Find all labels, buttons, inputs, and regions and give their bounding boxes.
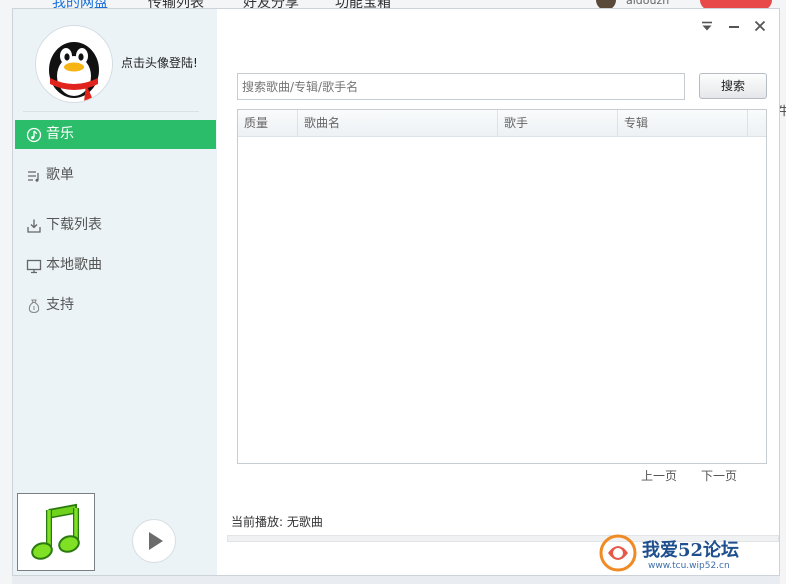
sidebar-item-support[interactable]: 支持 xyxy=(15,291,216,320)
sidebar-item-local-songs[interactable]: 本地歌曲 xyxy=(15,251,216,280)
sidebar-item-downloads[interactable]: 下载列表 xyxy=(15,211,216,240)
watermark-url: www.tcu.wip52.cn xyxy=(648,561,730,571)
playlist-icon xyxy=(28,171,39,182)
sidebar-item-music[interactable]: 音乐 xyxy=(15,120,216,149)
login-prompt[interactable]: 点击头像登陆! xyxy=(121,54,198,71)
column-header-artist[interactable]: 歌手 xyxy=(498,110,618,136)
music-note-icon xyxy=(31,503,80,560)
forum-watermark: 我爱52论坛 www.tcu.wip52.cn xyxy=(598,527,786,584)
table-body xyxy=(238,137,766,463)
sidebar-divider xyxy=(23,111,199,112)
music-note-circle-icon xyxy=(26,127,42,143)
now-playing-label: 当前播放: 无歌曲 xyxy=(231,515,323,529)
bg-user-name: aidouzh xyxy=(626,0,670,7)
play-icon xyxy=(149,532,163,550)
money-bag-icon xyxy=(28,299,40,314)
table-header: 质量 歌曲名 歌手 专辑 xyxy=(238,110,766,137)
sidebar-item-label: 本地歌曲 xyxy=(46,257,102,273)
watermark-title: 我爱52论坛 xyxy=(642,540,740,561)
watermark-logo-icon xyxy=(599,534,637,572)
sidebar: 点击头像登陆! 音乐 歌单 下载列表 本地歌曲 支持 xyxy=(13,9,217,575)
song-table: 质量 歌曲名 歌手 专辑 xyxy=(237,109,767,464)
column-header-album[interactable]: 专辑 xyxy=(618,110,748,136)
sidebar-item-label: 下载列表 xyxy=(46,217,102,233)
search-button[interactable]: 搜索 xyxy=(699,73,767,99)
column-header-song-name[interactable]: 歌曲名 xyxy=(298,110,498,136)
sidebar-item-label: 支持 xyxy=(46,297,74,313)
sidebar-item-playlist[interactable]: 歌单 xyxy=(15,161,216,190)
music-player-window: 点击头像登陆! 音乐 歌单 下载列表 本地歌曲 支持 搜索歌曲/专辑/歌手名 搜… xyxy=(12,8,780,576)
play-button[interactable] xyxy=(132,519,176,563)
menu-dropdown-icon[interactable] xyxy=(699,18,715,34)
sidebar-item-label: 音乐 xyxy=(46,126,74,142)
close-icon[interactable] xyxy=(752,18,768,34)
album-cover[interactable] xyxy=(17,493,95,571)
background-left-edge xyxy=(0,10,12,584)
prev-page-link[interactable]: 上一页 xyxy=(641,467,677,484)
search-input[interactable] xyxy=(237,73,685,100)
minimize-icon[interactable] xyxy=(726,18,742,34)
download-icon xyxy=(27,219,41,233)
next-page-link[interactable]: 下一页 xyxy=(701,467,737,484)
avatar[interactable] xyxy=(35,25,113,103)
qq-penguin-icon xyxy=(49,42,99,102)
monitor-icon xyxy=(26,259,42,274)
main-content: 搜索 质量 歌曲名 歌手 专辑 上一页 下一页 当前播放: 无歌曲 xyxy=(217,9,779,575)
column-header-quality[interactable]: 质量 xyxy=(238,110,298,136)
sidebar-item-label: 歌单 xyxy=(46,167,74,183)
background-right-edge: 牛 xyxy=(778,10,786,584)
